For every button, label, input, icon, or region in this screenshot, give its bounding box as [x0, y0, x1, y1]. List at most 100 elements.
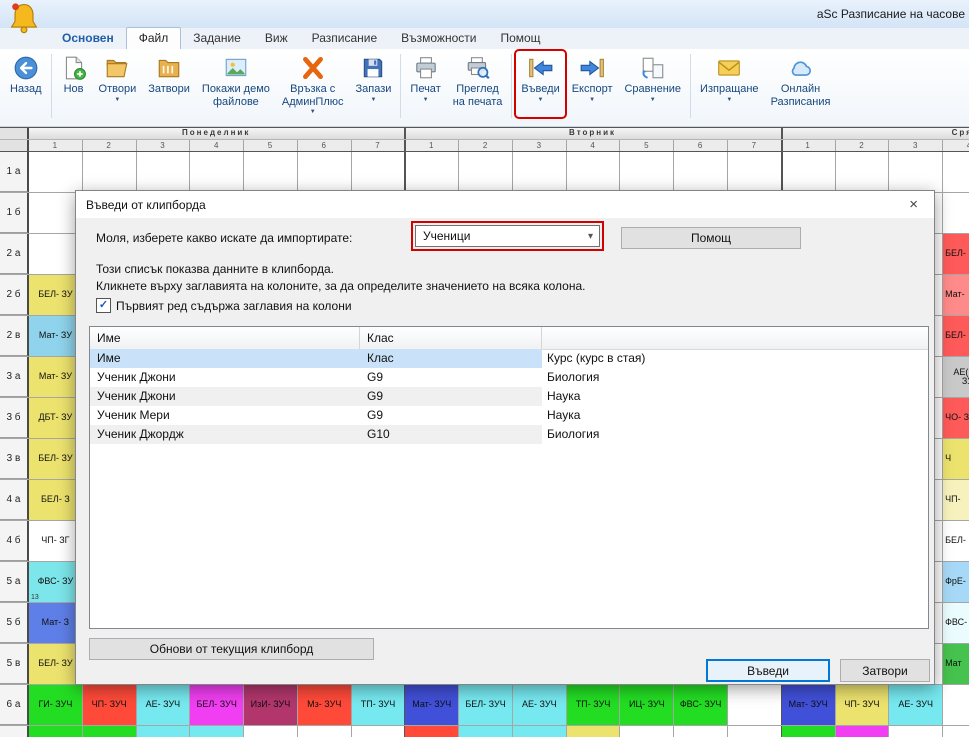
import-type-select[interactable]: Ученици ▾ — [415, 225, 600, 247]
class-row-label[interactable]: 6 а — [0, 684, 28, 725]
class-row-label[interactable]: 6 б — [0, 725, 28, 737]
timetable-cell[interactable]: Мз- ЗУЧ — [405, 726, 458, 737]
timetable-cell[interactable]: ГИ- ЗУЧ — [782, 726, 835, 737]
timetable-cell[interactable]: ФВС- ЗУЧ — [674, 685, 727, 725]
timetable-cell[interactable]: БЕЛ- ЗУ — [29, 644, 82, 684]
timetable-cell[interactable]: Мат — [943, 644, 969, 684]
class-row-label[interactable]: 5 б — [0, 602, 28, 643]
timetable-cell[interactable]: ФрЕ- — [943, 562, 969, 602]
timetable-cell[interactable]: БЕЛ- — [943, 316, 969, 356]
timetable-cell[interactable]: БЕЛ- ЗУЧ — [567, 726, 620, 737]
class-row-label[interactable]: 4 а — [0, 479, 28, 520]
timetable-cell[interactable]: Мат- ЗУ — [29, 357, 82, 397]
class-row-label[interactable]: 4 б — [0, 520, 28, 561]
timetable-cell[interactable]: БЕЛ- ЗУЧ — [459, 685, 512, 725]
table-row[interactable]: Ученик ДжониG9Биология — [90, 368, 928, 387]
dialog-close-icon[interactable]: × — [901, 196, 926, 213]
toolbar-button-back[interactable]: Назад — [5, 51, 47, 117]
timetable-cell[interactable]: ТП- ЗУЧ — [137, 726, 190, 737]
class-row-label[interactable]: 3 в — [0, 438, 28, 479]
table-row[interactable]: ИмеКласКурс (курс в стая) — [90, 349, 928, 368]
timetable-cell[interactable]: ЧП- ЗУЧ — [836, 685, 889, 725]
timetable-cell[interactable]: ЧП- — [943, 480, 969, 520]
table-header-cell[interactable]: Клас — [360, 327, 542, 349]
timetable-cell[interactable]: Мат- — [943, 275, 969, 315]
table-row[interactable]: Ученик ДжорджG10Биология — [90, 425, 928, 444]
toolbar-button-online[interactable]: Онлайн Разписания — [766, 51, 836, 117]
toolbar-button-send[interactable]: Изпращане▼ — [695, 51, 764, 117]
timetable-cell[interactable]: Мат- З — [29, 603, 82, 643]
menu-tab-vizh[interactable]: Виж — [253, 28, 300, 49]
timetable-cell[interactable]: ИзИ- ЗУЧ — [244, 685, 297, 725]
timetable-cell[interactable]: ИЦ- ЗУЧ — [83, 726, 136, 737]
timetable-cell[interactable]: БЕЛ- — [943, 521, 969, 561]
toolbar-button-save[interactable]: Запази▼ — [351, 51, 397, 117]
table-row[interactable]: Ученик ДжониG9Наука — [90, 387, 928, 406]
class-row-label[interactable]: 1 а — [0, 151, 28, 192]
timetable-cell[interactable]: ГИ- ЗУЧ — [29, 685, 82, 725]
table-row[interactable]: Ученик МериG9Наука — [90, 406, 928, 425]
timetable-cell[interactable]: АЕ- ЗУЧ — [513, 685, 566, 725]
timetable-cell[interactable]: ФВС- — [943, 603, 969, 643]
toolbar-button-new[interactable]: Нов — [56, 51, 92, 117]
timetable-cell[interactable]: ИЦ- ЗУЧ — [620, 685, 673, 725]
timetable-cell[interactable]: БЕЛ- ЗУЧ — [190, 726, 243, 737]
timetable-cell[interactable]: ФВС- ЗУ13 — [29, 562, 82, 602]
timetable-cell[interactable]: АЕ- ЗУЧ — [137, 685, 190, 725]
class-row-label[interactable]: 5 а — [0, 561, 28, 602]
timetable-cell[interactable]: ТП- ЗУЧ — [513, 726, 566, 737]
timetable-cell[interactable]: Мат- ЗУЧ — [782, 685, 835, 725]
toolbar-button-demo[interactable]: Покажи демо файлове — [197, 51, 275, 117]
toolbar-button-adminplus[interactable]: Връзка с АдминПлюс▼ — [277, 51, 349, 117]
close-button[interactable]: Затвори — [840, 659, 930, 682]
toolbar-button-close[interactable]: Затвори — [143, 51, 195, 117]
day-header: Сряда — [781, 127, 969, 139]
timetable-cell[interactable]: ЧО- З — [943, 398, 969, 438]
timetable-cell[interactable]: ИзИ- ЗУЧ — [459, 726, 512, 737]
class-row-label[interactable]: 3 а — [0, 356, 28, 397]
table-header-cell[interactable] — [542, 327, 928, 349]
timetable-cell[interactable]: ТП- ЗУЧ — [352, 685, 405, 725]
table-header-cell[interactable]: Име — [90, 327, 360, 349]
timetable-cell[interactable]: БЕЛ- ЗУ — [29, 275, 82, 315]
timetable-cell[interactable]: БЕЛ- ЗУ — [29, 439, 82, 479]
first-row-headers-checkbox[interactable]: ✓ Първият ред съдържа заглавия на колони — [96, 298, 352, 313]
timetable-cell[interactable]: БЕЛ- ЗУЧ — [190, 685, 243, 725]
timetable-cell[interactable]: БЕЛ- ЗУЧ — [836, 726, 889, 737]
timetable-cell[interactable]: Мат- ЗУЧ — [405, 685, 458, 725]
timetable-cell[interactable]: БЕЛ- З — [29, 480, 82, 520]
timetable-cell[interactable]: Мз- ЗУЧ — [298, 685, 351, 725]
timetable-cell[interactable]: АЕ- ЗУЧ — [889, 685, 942, 725]
timetable-cell[interactable]: ТП- ЗУЧ — [567, 685, 620, 725]
timetable-cell[interactable]: Ч — [943, 439, 969, 479]
bell-icon[interactable] — [6, 0, 42, 32]
timetable-cell[interactable]: ЧП- ЗГ — [29, 521, 82, 561]
menu-tab-pomosht[interactable]: Помощ — [488, 28, 552, 49]
toolbar-button-import[interactable]: Въведи▼ — [516, 51, 564, 117]
toolbar-button-print[interactable]: Печат▼ — [405, 51, 445, 117]
toolbar-button-open[interactable]: Отвори▼ — [94, 51, 142, 117]
toolbar-button-preview[interactable]: Преглед на печата — [448, 51, 508, 117]
help-button[interactable]: Помощ — [621, 227, 801, 249]
menu-tab-vazmozhnosti[interactable]: Възможности — [389, 28, 488, 49]
import-button[interactable]: Въведи — [706, 659, 830, 682]
timetable-cell[interactable]: Мз- ЗУЧ — [29, 726, 82, 737]
class-row-label[interactable]: 5 в — [0, 643, 28, 684]
class-row-label[interactable]: 3 б — [0, 397, 28, 438]
menu-tab-razpisanie[interactable]: Разписание — [300, 28, 390, 49]
timetable-cell[interactable]: Мат- ЗУ — [29, 316, 82, 356]
timetable-cell[interactable]: ЧП- ЗУЧ — [83, 685, 136, 725]
toolbar-button-compare[interactable]: Сравнение▼ — [619, 51, 686, 117]
class-row-label[interactable]: 2 б — [0, 274, 28, 315]
menu-tab-fail[interactable]: Файл — [126, 27, 182, 49]
timetable-cell[interactable]: БЕЛ- — [943, 234, 969, 274]
timetable-cell[interactable]: АЕ(ИЦ)- ЗУЧ — [943, 357, 969, 397]
menu-tab-osnoven[interactable]: Основен — [50, 28, 126, 49]
class-row-label[interactable]: 2 а — [0, 233, 28, 274]
menu-tab-zadanie[interactable]: Задание — [181, 28, 253, 49]
toolbar-button-export[interactable]: Експорт▼ — [567, 51, 618, 117]
timetable-cell[interactable]: ДБТ- ЗУ — [29, 398, 82, 438]
class-row-label[interactable]: 1 б — [0, 192, 28, 233]
refresh-clipboard-button[interactable]: Обнови от текущия клипборд — [89, 638, 374, 660]
class-row-label[interactable]: 2 в — [0, 315, 28, 356]
